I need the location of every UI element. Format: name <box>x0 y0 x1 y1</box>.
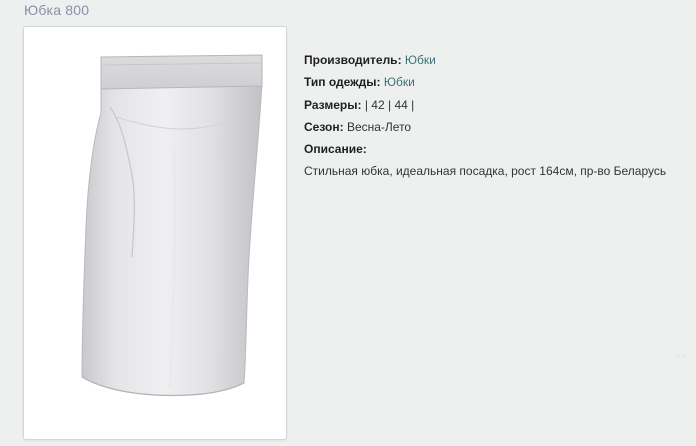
clothing-type-row: Тип одежды: Юбки <box>304 71 666 93</box>
size-option: 44 <box>394 97 408 112</box>
size-option: 42 <box>371 97 385 112</box>
product-details: Производитель: Юбки Тип одежды: Юбки Раз… <box>304 49 666 183</box>
product-photo-frame[interactable] <box>23 26 287 440</box>
description-label-row: Описание: <box>304 138 666 160</box>
sizes-separator: | <box>411 97 415 112</box>
description-label: Описание: <box>304 142 367 157</box>
description-text: Стильная юбка, идеальная посадка, рост 1… <box>304 164 667 179</box>
sizes-separator: | <box>364 97 368 112</box>
manufacturer-row: Производитель: Юбки <box>304 49 666 71</box>
season-value: Весна-Лето <box>346 119 412 134</box>
season-row: Сезон: Весна-Лето <box>304 116 666 138</box>
sizes-row: Размеры: | 42 | 44 | <box>304 94 666 116</box>
clothing-type-link[interactable]: Юбки <box>384 75 415 89</box>
manufacturer-label: Производитель: <box>304 53 402 67</box>
manufacturer-link[interactable]: Юбки <box>405 53 436 67</box>
sizes-label: Размеры: <box>304 97 362 112</box>
decorative-dots: . . <box>677 350 687 359</box>
season-label: Сезон: <box>304 119 344 134</box>
sizes-separator: | <box>387 97 392 112</box>
skirt-photo-icon[interactable] <box>24 27 286 439</box>
clothing-type-label: Тип одежды: <box>304 75 381 90</box>
page-title: Юбка 800 <box>24 2 90 18</box>
